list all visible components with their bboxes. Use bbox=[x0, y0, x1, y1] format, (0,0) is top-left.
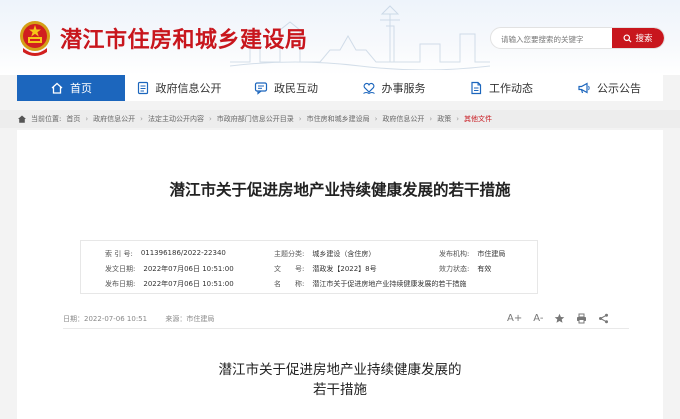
metadata-value: 011396186/2022-22340 bbox=[140, 249, 226, 257]
breadcrumb-separator: › bbox=[85, 115, 89, 123]
search-box: 搜索 bbox=[490, 27, 665, 49]
metadata-cell: 主题分类: 城乡建设（含住房） bbox=[274, 249, 375, 259]
breadcrumb-prefix: 当前位置: bbox=[31, 115, 62, 123]
heart-hand-icon bbox=[362, 82, 375, 95]
metadata-label: 效力状态: bbox=[439, 265, 470, 273]
breadcrumb-link[interactable]: 政府信息公开 bbox=[382, 114, 424, 124]
chat-icon bbox=[254, 82, 268, 95]
main-nav: 首页 政府信息公开 政民互动 办事服务 工作动态 公示公告 bbox=[17, 75, 663, 101]
nav-item-services[interactable]: 办事服务 bbox=[340, 75, 447, 101]
site-header: 潜江市住房和城乡建设局 搜索 bbox=[0, 0, 680, 75]
file-icon bbox=[471, 81, 482, 95]
metadata-label: 主题分类: bbox=[274, 250, 305, 258]
metadata-label: 文 号: bbox=[274, 265, 305, 273]
metadata-label: 发文日期: bbox=[105, 265, 136, 273]
metadata-value: 城乡建设（含住房） bbox=[312, 250, 376, 258]
nav-item-label: 政府信息公开 bbox=[155, 82, 222, 95]
breadcrumb-link[interactable]: 市政府部门信息公开目录 bbox=[217, 114, 294, 124]
font-smaller-button[interactable]: A- bbox=[533, 313, 543, 324]
metadata-cell: 名 称: 潜江市关于促进房地产业持续健康发展的若干措施 bbox=[274, 279, 466, 289]
star-icon bbox=[555, 313, 565, 323]
metadata-row: 发文日期: 2022年07月06日 10:51:00 文 号: 潜政发【2022… bbox=[81, 264, 539, 278]
breadcrumb-link[interactable]: 市住房和城乡建设局 bbox=[307, 114, 370, 124]
home-icon bbox=[51, 82, 63, 94]
search-button-label: 搜索 bbox=[635, 34, 653, 44]
breadcrumb-separator: › bbox=[456, 115, 460, 123]
breadcrumb-separator: › bbox=[429, 115, 433, 123]
metadata-value: 2022年07月06日 10:51:00 bbox=[143, 280, 234, 288]
article-info-line: 日期：2022-07-06 10:51 来源：市住建局 bbox=[63, 314, 214, 324]
metadata-value: 潜政发【2022】8号 bbox=[312, 265, 377, 273]
metadata-row: 发布日期: 2022年07月06日 10:51:00 名 称: 潜江市关于促进房… bbox=[81, 279, 539, 293]
breadcrumb-separator: › bbox=[298, 115, 302, 123]
metadata-cell: 文 号: 潜政发【2022】8号 bbox=[274, 264, 377, 274]
metadata-cell: 发布日期: 2022年07月06日 10:51:00 bbox=[105, 279, 234, 289]
nav-item-home[interactable]: 首页 bbox=[17, 75, 125, 101]
metadata-label: 发布机构: bbox=[439, 250, 470, 258]
nav-item-label: 工作动态 bbox=[489, 82, 533, 95]
nav-item-notices[interactable]: 公示公告 bbox=[555, 75, 663, 101]
article-title: 潜江市关于促进房地产业持续健康发展的若干措施 bbox=[169, 181, 511, 199]
breadcrumb: 当前位置: 首页 › 政府信息公开 › 法定主动公开内容 › 市政府部门信息公开… bbox=[17, 110, 492, 128]
metadata-label: 发布日期: bbox=[105, 280, 136, 288]
metadata-value: 有效 bbox=[477, 265, 492, 273]
document-icon bbox=[137, 81, 148, 95]
favorite-button[interactable] bbox=[554, 313, 565, 324]
print-button[interactable] bbox=[576, 313, 587, 324]
metadata-label: 索 引 号: bbox=[105, 250, 133, 258]
search-input[interactable] bbox=[501, 31, 601, 47]
metadata-label: 名 称: bbox=[274, 280, 305, 288]
nav-item-label: 政民互动 bbox=[274, 82, 318, 95]
metadata-value: 潜江市关于促进房地产业持续健康发展的若干措施 bbox=[312, 280, 467, 288]
metadata-cell: 效力状态: 有效 bbox=[439, 264, 491, 274]
nav-item-news[interactable]: 工作动态 bbox=[447, 75, 555, 101]
breadcrumb-bar: 当前位置: 首页 › 政府信息公开 › 法定主动公开内容 › 市政府部门信息公开… bbox=[0, 110, 680, 128]
nav-item-label: 办事服务 bbox=[381, 82, 426, 95]
breadcrumb-link[interactable]: 政府信息公开 bbox=[93, 114, 135, 124]
metadata-value: 2022年07月06日 10:51:00 bbox=[143, 265, 234, 273]
nav-item-gov-info[interactable]: 政府信息公开 bbox=[125, 75, 232, 101]
article-body-title: 潜江市关于促进房地产业持续健康发展的 若干措施 bbox=[17, 360, 663, 400]
breadcrumb-link[interactable]: 首页 bbox=[66, 114, 80, 124]
search-icon bbox=[623, 33, 632, 43]
print-icon bbox=[577, 313, 587, 323]
publish-date: 日期：2022-07-06 10:51 bbox=[63, 315, 148, 323]
article-panel: 潜江市关于促进房地产业持续健康发展的若干措施 索 引 号: 011396186/… bbox=[17, 130, 663, 419]
document-metadata-table: 索 引 号: 011396186/2022-22340 主题分类: 城乡建设（含… bbox=[80, 240, 538, 294]
metadata-cell: 发文日期: 2022年07月06日 10:51:00 bbox=[105, 264, 234, 274]
breadcrumb-link[interactable]: 法定主动公开内容 bbox=[148, 114, 204, 124]
metadata-cell: 发布机构: 市住建局 bbox=[439, 249, 505, 259]
nav-item-label: 首页 bbox=[70, 82, 92, 95]
home-icon bbox=[18, 115, 26, 123]
article-tools: A+ A- bbox=[507, 311, 620, 325]
breadcrumb-separator: › bbox=[208, 115, 212, 123]
body-title-line: 若干措施 bbox=[313, 382, 367, 398]
breadcrumb-current[interactable]: 其他文件 bbox=[464, 114, 492, 124]
megaphone-icon bbox=[578, 82, 590, 94]
national-emblem-icon bbox=[20, 21, 50, 56]
body-title-line: 潜江市关于促进房地产业持续健康发展的 bbox=[218, 362, 462, 378]
metadata-cell: 索 引 号: 011396186/2022-22340 bbox=[105, 249, 226, 259]
breadcrumb-separator: › bbox=[374, 115, 378, 123]
divider bbox=[63, 328, 629, 329]
site-title: 潜江市住房和城乡建设局 bbox=[60, 28, 308, 53]
article-source: 来源：市住建局 bbox=[165, 315, 215, 323]
metadata-row: 索 引 号: 011396186/2022-22340 主题分类: 城乡建设（含… bbox=[81, 249, 539, 263]
metadata-value: 市住建局 bbox=[477, 250, 506, 258]
search-button[interactable]: 搜索 bbox=[612, 28, 664, 48]
breadcrumb-link[interactable]: 政策 bbox=[437, 114, 451, 124]
nav-item-interaction[interactable]: 政民互动 bbox=[232, 75, 340, 101]
breadcrumb-separator: › bbox=[140, 115, 143, 123]
font-larger-button[interactable]: A+ bbox=[507, 313, 522, 324]
share-icon bbox=[599, 313, 609, 323]
nav-item-label: 公示公告 bbox=[597, 82, 641, 95]
share-button[interactable] bbox=[598, 313, 609, 324]
